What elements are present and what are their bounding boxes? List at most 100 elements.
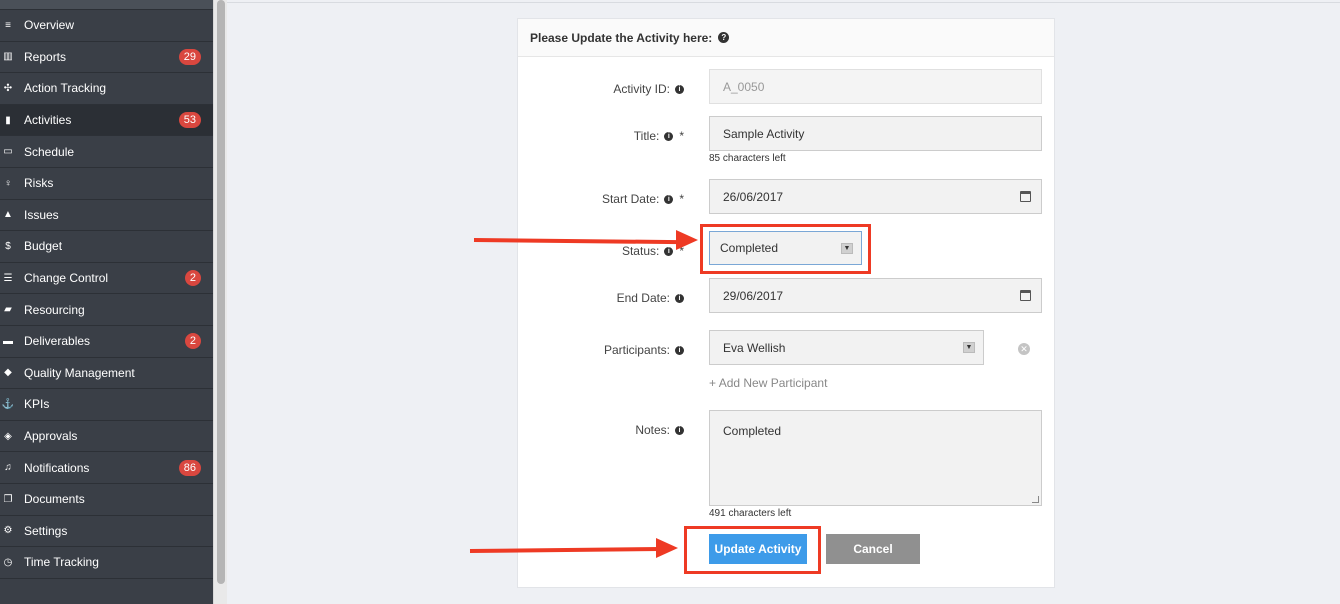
sidebar-item-label: Action Tracking [24, 81, 107, 96]
sidebar-item-label: Risks [24, 176, 54, 191]
start-date-label-text: Start Date: [601, 192, 660, 206]
status-label: Status: i * [622, 244, 684, 258]
info-icon[interactable]: i [664, 194, 674, 204]
sidebar-item-settings[interactable]: ⚙ Settings [0, 516, 213, 548]
sidebar-item-risks[interactable]: ♀ Risks [0, 168, 213, 200]
sidebar-item-label: Deliverables [24, 334, 91, 349]
clock-icon: ◷ [3, 556, 13, 568]
tag-icon: ◆ [4, 367, 12, 379]
caret-down-icon[interactable]: ▼ [963, 342, 975, 353]
sidebar-item-budget[interactable]: $ Budget [0, 231, 213, 263]
sidebar-top-item[interactable] [0, 0, 213, 10]
notes-textarea[interactable]: Completed [709, 410, 1042, 506]
sidebar-item-action-tracking[interactable]: ✣ Action Tracking [0, 73, 213, 105]
crosshair-icon: ✣ [3, 82, 13, 94]
sidebar-item-label: Notifications [24, 460, 90, 475]
sidebar-item-notifications[interactable]: ♫ Notifications 86 [0, 452, 213, 484]
title-label-text: Title: [633, 129, 660, 143]
scrollbar-thumb[interactable] [217, 0, 225, 584]
add-participant-label: Add New Participant [718, 376, 828, 390]
lightbulb-icon: ♀ [4, 177, 12, 189]
resize-handle[interactable] [1032, 496, 1039, 503]
sidebar-item-label: Reports [24, 49, 67, 64]
panel-title: Please Update the Activity here: [530, 30, 713, 45]
sidebar-item-label: Activities [24, 113, 72, 128]
sidebar-item-resourcing[interactable]: ▰ Resourcing [0, 294, 213, 326]
update-activity-panel: Please Update the Activity here: ? Activ… [517, 18, 1055, 588]
sidebar-item-overview[interactable]: ≡ Overview [0, 10, 213, 42]
sidebar-item-label: Overview [24, 18, 75, 33]
remove-participant-icon[interactable]: ✕ [1018, 343, 1030, 355]
update-button-highlight-box [684, 526, 821, 574]
list-icon: ≡ [5, 19, 11, 31]
sidebar-item-schedule[interactable]: ▭ Schedule [0, 136, 213, 168]
title-char-count: 85 characters left [709, 153, 786, 164]
title-label: Title: i * [634, 129, 684, 143]
main-content: Please Update the Activity here: ? Activ… [227, 0, 1340, 604]
participant-select[interactable]: Eva Wellish ▼ [709, 330, 984, 365]
sidebar-item-approvals[interactable]: ◈ Approvals [0, 421, 213, 453]
sidebar: ≡ Overview ▥ Reports 29 ✣ Action Tracking ▮ Acti… [0, 0, 213, 604]
participants-label-text: Participants: [603, 343, 670, 357]
panel-header: Please Update the Activity here: ? [518, 19, 1054, 57]
info-icon[interactable]: i [664, 131, 674, 141]
notes-char-count: 491 characters left [709, 508, 792, 519]
cancel-button[interactable]: Cancel [826, 534, 920, 564]
calendar-icon[interactable] [1020, 290, 1031, 301]
anchor-icon: ⚓ [1, 398, 15, 410]
count-badge: 2 [184, 333, 201, 350]
required-mark: * [679, 129, 684, 143]
update-arrow-head [656, 538, 678, 558]
sidebar-item-issues[interactable]: ▲ Issues [0, 200, 213, 232]
info-icon[interactable]: i [675, 84, 684, 94]
count-badge: 2 [184, 270, 201, 287]
sidebar-item-documents[interactable]: ❐ Documents [0, 484, 213, 516]
sidebar-item-label: Budget [24, 239, 63, 254]
folder-icon: ▰ [4, 304, 12, 316]
end-date-label-text: End Date: [616, 291, 670, 305]
dollar-icon: $ [5, 240, 11, 252]
files-icon: ❐ [3, 493, 13, 505]
bell-icon: ♫ [4, 462, 12, 474]
sidebar-item-label: Quality Management [24, 365, 135, 380]
ticket-icon: ◈ [4, 430, 12, 442]
sidebar-item-kpis[interactable]: ⚓ KPIs [0, 389, 213, 421]
sidebar-item-reports[interactable]: ▥ Reports 29 [0, 42, 213, 74]
info-icon[interactable]: i [675, 425, 684, 435]
sidebar-item-activities[interactable]: ▮ Activities 53 [0, 104, 213, 137]
sidebar-item-label: KPIs [24, 397, 50, 412]
notes-label-text: Notes: [635, 423, 670, 437]
info-icon[interactable]: i [675, 345, 684, 355]
truck-icon: ▬ [3, 335, 13, 347]
sidebar-item-change-control[interactable]: ☰ Change Control 2 [0, 263, 213, 295]
sidebar-item-label: Issues [24, 207, 59, 222]
activity-id-label: Activity ID: i [613, 82, 684, 96]
sidebar-item-time-tracking[interactable]: ◷ Time Tracking [0, 547, 213, 579]
help-icon[interactable]: ? [718, 32, 730, 43]
end-date-label: End Date: i [617, 291, 684, 305]
sidebar-scrollbar[interactable] [213, 0, 227, 604]
info-icon[interactable]: i [664, 246, 674, 256]
title-value: Sample Activity [723, 126, 805, 141]
start-date-value: 26/06/2017 [723, 189, 784, 204]
status-highlight-box [700, 224, 871, 274]
notes-label: Notes: i [635, 423, 684, 437]
warning-icon: ▲ [3, 209, 13, 221]
sidebar-item-label: Time Tracking [24, 555, 99, 570]
bookmark-icon: ▮ [5, 114, 11, 126]
count-badge: 86 [178, 459, 201, 476]
add-participant-link[interactable]: + Add New Participant [709, 376, 827, 390]
start-date-input[interactable]: 26/06/2017 [709, 179, 1042, 214]
activity-id-label-text: Activity ID: [613, 82, 670, 96]
title-input[interactable]: Sample Activity [709, 116, 1042, 151]
bar-chart-icon: ▥ [3, 51, 13, 63]
notes-value: Completed [723, 424, 782, 438]
calendar-icon[interactable] [1020, 191, 1031, 202]
status-arrow-head [676, 230, 698, 250]
info-icon[interactable]: i [675, 293, 684, 303]
end-date-input[interactable]: 29/06/2017 [709, 278, 1042, 313]
sidebar-item-deliverables[interactable]: ▬ Deliverables 2 [0, 326, 213, 358]
sidebar-item-quality-management[interactable]: ◆ Quality Management [0, 358, 213, 390]
sidebar-item-label: Approvals [24, 429, 78, 444]
divider [227, 2, 1340, 3]
